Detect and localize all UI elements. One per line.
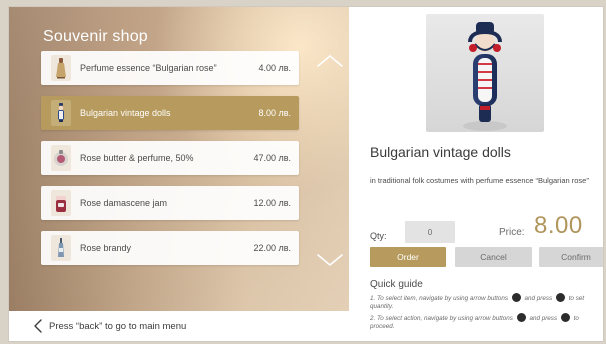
list-item[interactable]: Rose damascene jam 12.00 лв. — [41, 186, 299, 220]
chevron-down-icon[interactable] — [316, 251, 344, 269]
back-hint-bar: Press “back” to go to main menu — [9, 311, 349, 341]
product-photo — [426, 14, 544, 132]
quick-guide-title: Quick guide — [370, 279, 423, 290]
product-description: in traditional folk costumes with perfum… — [370, 176, 589, 185]
list-item[interactable]: Rose butter & perfume, 50% 47.00 лв. — [41, 141, 299, 175]
quick-guide-text: 1. To select item, navigate by using arr… — [370, 293, 595, 333]
item-price: 4.00 лв. — [258, 63, 291, 73]
guide-step-1-part-a: 1. To select item, navigate by using arr… — [370, 295, 509, 302]
item-name: Bulgarian vintage dolls — [80, 108, 171, 118]
price-value: 8.00 — [534, 212, 583, 239]
brandy-bottle-icon — [51, 235, 71, 261]
guide-step-1: 1. To select item, navigate by using arr… — [370, 293, 595, 310]
item-name: Rose brandy — [80, 243, 132, 253]
list-item[interactable]: Perfume essence “Bulgarian rose” 4.00 лв… — [41, 51, 299, 85]
order-button[interactable]: Order — [370, 247, 446, 267]
item-price: 47.00 лв. — [253, 153, 291, 163]
item-price: 8.00 лв. — [258, 108, 291, 118]
item-name: Perfume essence “Bulgarian rose” — [80, 63, 217, 73]
guide-step-1-part-b: and press — [524, 295, 553, 302]
remote-ok-button-icon — [516, 313, 526, 322]
item-price: 22.00 лв. — [253, 243, 291, 253]
chevron-left-icon — [33, 319, 43, 333]
jam-jar-icon — [51, 190, 71, 216]
product-title: Bulgarian vintage dolls — [370, 144, 511, 160]
price-label: Price: — [499, 227, 525, 238]
back-hint-text: Press “back” to go to main menu — [49, 320, 187, 332]
item-name: Rose butter & perfume, 50% — [80, 153, 194, 163]
list-item-selected[interactable]: Bulgarian vintage dolls 8.00 лв. — [41, 96, 299, 130]
item-name: Rose damascene jam — [80, 198, 168, 208]
confirm-button[interactable]: Confirm — [539, 247, 603, 267]
list-item[interactable]: Rose brandy 22.00 лв. — [41, 231, 299, 265]
app-frame: Souvenir shop Perfume essence “Bulgarian… — [8, 6, 604, 342]
chevron-up-icon[interactable] — [316, 52, 344, 70]
item-price: 12.00 лв. — [253, 198, 291, 208]
remote-ok-button-icon — [511, 293, 521, 302]
doll-icon — [51, 100, 71, 126]
perfume-bottle-icon — [51, 55, 71, 81]
guide-step-2-part-a: 2. To select action, navigate by using a… — [370, 315, 513, 322]
product-list: Perfume essence “Bulgarian rose” 4.00 лв… — [41, 51, 299, 276]
cancel-button[interactable]: Cancel — [455, 247, 532, 267]
doll-photo-illustration — [463, 22, 507, 131]
guide-step-2-part-b: and press — [529, 315, 558, 322]
guide-step-2: 2. To select action, navigate by using a… — [370, 313, 595, 330]
remote-enter-button-icon — [555, 293, 565, 302]
remote-enter-button-icon — [560, 313, 570, 322]
shop-title: Souvenir shop — [43, 28, 148, 45]
product-details-panel: Bulgarian vintage dolls in traditional f… — [349, 7, 603, 341]
rose-butter-icon — [51, 145, 71, 171]
quantity-input[interactable] — [405, 221, 455, 243]
qty-label: Qty: — [370, 231, 387, 241]
